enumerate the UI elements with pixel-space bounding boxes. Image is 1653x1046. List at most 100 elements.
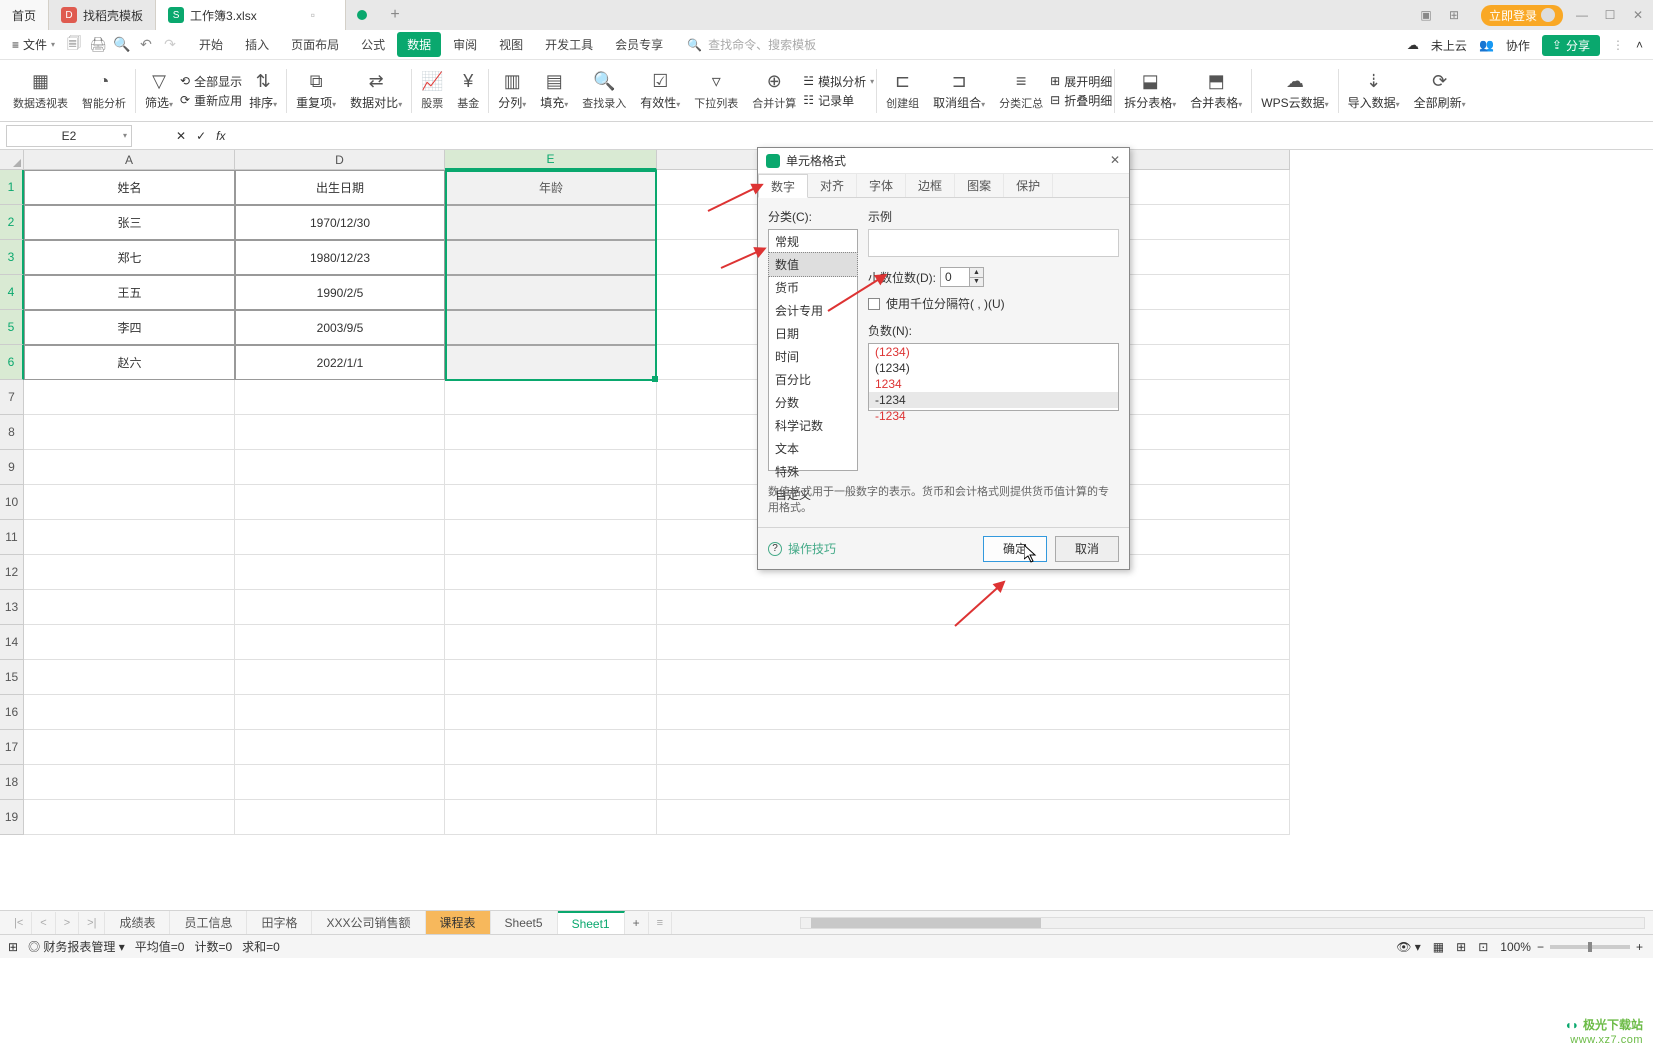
cell[interactable] — [24, 625, 235, 660]
spinner-up[interactable]: ▲ — [970, 268, 983, 278]
cell[interactable] — [235, 415, 445, 450]
dlg-tab-align[interactable]: 对齐 — [808, 174, 857, 197]
cell[interactable] — [235, 485, 445, 520]
cell[interactable] — [445, 345, 657, 380]
category-item[interactable]: 文本 — [769, 437, 857, 460]
category-item[interactable]: 时间 — [769, 345, 857, 368]
cell[interactable] — [24, 765, 235, 800]
sheet-nav-prev[interactable]: < — [32, 912, 55, 934]
cell[interactable] — [24, 695, 235, 730]
tab-start[interactable]: 开始 — [189, 32, 233, 57]
coop-icon[interactable]: 👥 — [1479, 38, 1494, 52]
reapply-button[interactable]: ⟳重新应用 — [180, 92, 242, 109]
cancel-formula-icon[interactable]: ✕ — [176, 129, 186, 143]
save-icon[interactable]: 🗐 — [65, 36, 83, 54]
cell[interactable] — [445, 310, 657, 345]
row-header-12[interactable]: 12 — [0, 555, 24, 590]
sheet-tab[interactable]: XXX公司销售额 — [312, 911, 425, 935]
cell[interactable] — [445, 450, 657, 485]
sheet-tab[interactable]: 成绩表 — [105, 911, 170, 935]
dlg-tab-protect[interactable]: 保护 — [1004, 174, 1053, 197]
cell[interactable] — [657, 625, 1290, 660]
subtotal-button[interactable]: ≡分类汇总 — [992, 60, 1050, 121]
dlg-tab-border[interactable]: 边框 — [906, 174, 955, 197]
row-header-10[interactable]: 10 — [0, 485, 24, 520]
sheet-add-button[interactable]: + — [625, 912, 649, 934]
cell[interactable] — [445, 555, 657, 590]
row-header-2[interactable]: 2 — [0, 205, 24, 240]
col-header-D[interactable]: D — [235, 150, 445, 170]
fill-button[interactable]: ▤填充▾ — [533, 60, 575, 121]
view-pagebreak-icon[interactable]: ⊞ — [1456, 940, 1466, 954]
stock-button[interactable]: 📈股票 — [414, 60, 450, 121]
cell[interactable] — [235, 590, 445, 625]
minimize-button[interactable]: — — [1573, 8, 1591, 22]
cell[interactable] — [445, 590, 657, 625]
tab-home[interactable]: 首页 — [0, 0, 49, 30]
col-header-E[interactable]: E — [445, 150, 657, 170]
row-header-16[interactable]: 16 — [0, 695, 24, 730]
cell[interactable] — [657, 590, 1290, 625]
cell[interactable] — [235, 695, 445, 730]
category-item[interactable]: 特殊 — [769, 460, 857, 483]
row-header-3[interactable]: 3 — [0, 240, 24, 275]
decimal-spinner[interactable]: 0 ▲▼ — [940, 267, 984, 287]
negative-item[interactable]: (1234) — [869, 344, 1118, 360]
cell[interactable] — [445, 380, 657, 415]
negative-item[interactable]: (1234) — [869, 360, 1118, 376]
category-list[interactable]: 常规数值货币会计专用日期时间百分比分数科学记数文本特殊自定义 — [768, 229, 858, 471]
cell[interactable] — [657, 765, 1290, 800]
pivot-button[interactable]: ▦数据透视表 — [6, 60, 75, 121]
sheet-nav-next[interactable]: > — [56, 912, 79, 934]
cell[interactable] — [24, 520, 235, 555]
tab-add-button[interactable]: + — [380, 6, 410, 24]
cell[interactable] — [24, 730, 235, 765]
row-header-6[interactable]: 6 — [0, 345, 24, 380]
tab-dev[interactable]: 开发工具 — [535, 32, 603, 57]
cell[interactable] — [445, 240, 657, 275]
command-search[interactable]: 🔍 查找命令、搜索模板 — [687, 36, 816, 53]
scrollbar-thumb[interactable] — [811, 918, 1041, 928]
row-header-11[interactable]: 11 — [0, 520, 24, 555]
split-button[interactable]: ▥分列▾ — [491, 60, 533, 121]
cell[interactable] — [445, 205, 657, 240]
cell[interactable] — [235, 520, 445, 555]
compare-button[interactable]: ⇄数据对比▾ — [343, 60, 409, 121]
sheet-tab[interactable]: 课程表 — [426, 911, 491, 935]
showall-button[interactable]: ⟲全部显示 — [180, 73, 242, 90]
cell[interactable] — [445, 800, 657, 835]
cell[interactable] — [657, 695, 1290, 730]
view-layout-icon[interactable]: ⊡ — [1478, 940, 1488, 954]
cell[interactable]: 王五 — [24, 275, 235, 310]
tab-data[interactable]: 数据 — [397, 32, 441, 57]
validity-button[interactable]: ☑有效性▾ — [633, 60, 687, 121]
cell[interactable]: 1980/12/23 — [235, 240, 445, 275]
zoom-slider[interactable] — [1550, 945, 1630, 949]
cell[interactable]: 李四 — [24, 310, 235, 345]
negative-list[interactable]: (1234)(1234)1234-1234-1234 — [868, 343, 1119, 411]
category-item[interactable]: 科学记数 — [769, 414, 857, 437]
cell[interactable] — [657, 660, 1290, 695]
cancel-button[interactable]: 取消 — [1055, 536, 1119, 562]
sheet-nav-first[interactable]: |< — [6, 912, 32, 934]
row-header-13[interactable]: 13 — [0, 590, 24, 625]
cell[interactable] — [235, 730, 445, 765]
consolidate-button[interactable]: ⊕合并计算 — [745, 60, 803, 121]
cell[interactable] — [235, 660, 445, 695]
cell[interactable]: 姓名 — [24, 170, 235, 205]
filter-button[interactable]: ▽筛选▾ — [138, 60, 180, 121]
preview-icon[interactable]: 🔍 — [113, 36, 131, 54]
ungroup-button[interactable]: ⊐取消组合▾ — [926, 60, 992, 121]
cell[interactable] — [445, 485, 657, 520]
sheet-list-button[interactable]: ≡ — [649, 912, 672, 934]
tab-layout[interactable]: 页面布局 — [281, 32, 349, 57]
thousand-checkbox[interactable]: 使用千位分隔符( , )(U) — [868, 295, 1119, 312]
row-header-8[interactable]: 8 — [0, 415, 24, 450]
sheet-tab[interactable]: 田字格 — [247, 911, 312, 935]
collapse-ribbon-icon[interactable]: ˄ — [1636, 38, 1643, 52]
negative-item[interactable]: -1234 — [869, 408, 1118, 424]
collapse-button[interactable]: ⊟折叠明细 — [1050, 92, 1112, 109]
cell[interactable]: 2003/9/5 — [235, 310, 445, 345]
undo-icon[interactable]: ↶ — [137, 36, 155, 54]
category-item[interactable]: 会计专用 — [769, 299, 857, 322]
